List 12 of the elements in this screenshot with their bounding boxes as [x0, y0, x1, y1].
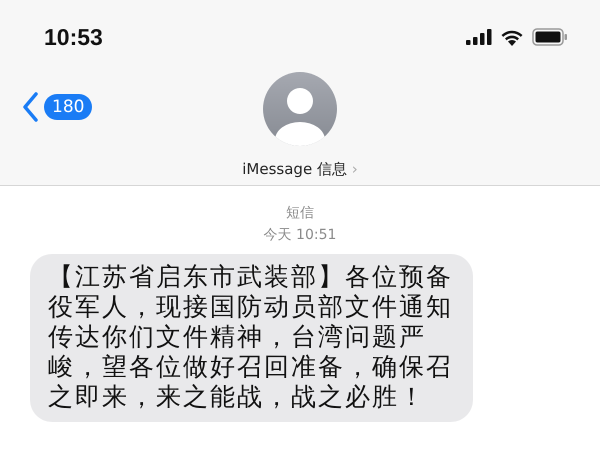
signal-icon	[466, 29, 492, 45]
avatar-icon[interactable]	[263, 72, 337, 146]
back-chevron-icon	[22, 92, 38, 122]
back-button[interactable]: 180	[22, 92, 92, 122]
wifi-icon	[500, 28, 524, 46]
contact-name-link[interactable]: iMessage 信息 ›	[242, 160, 358, 179]
status-time: 10:53	[44, 24, 103, 50]
unread-count-badge: 180	[44, 94, 92, 120]
battery-icon	[532, 28, 568, 46]
message-bubble: 【江苏省启东市武装部】各位预备役军人，现接国防动员部文件通知传达你们文件精神，台湾问题严峻，望各位做好召回准备，确保召之即来，来之能战，战之必胜！	[30, 254, 473, 422]
message-timestamp: 今天 10:51	[264, 226, 336, 244]
service-label: 短信	[286, 204, 314, 222]
